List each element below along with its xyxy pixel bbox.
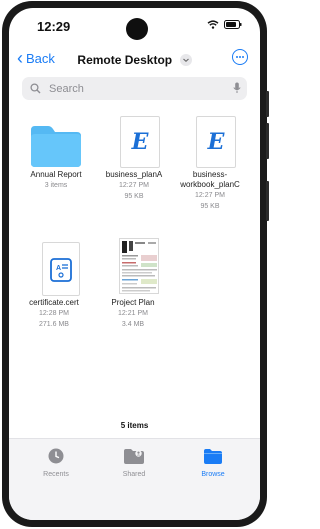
word-doc-icon: E [196,116,236,168]
document-preview-icon [119,238,159,294]
clock-icon [48,448,64,464]
file-name: business-workbook_planC [180,170,240,189]
battery-icon [224,20,242,29]
volume-down-button [266,123,269,159]
file-size: 271.6 MB [39,321,69,328]
title-wrap: Remote Desktop [9,51,260,69]
tab-bar: Recents Shared Browse [9,438,260,520]
file-time: 12:27 PM [195,192,225,199]
file-item-annual-report[interactable]: Annual Report 3 items [18,104,94,191]
wifi-icon [207,20,219,29]
file-item-project-plan[interactable]: Project Plan 12:21 PM 3.4 MB [95,232,171,330]
file-name: Project Plan [111,298,155,307]
word-doc-icon: E [120,116,160,168]
volume-up-button [266,91,269,117]
status-icons [207,20,242,29]
file-thumb: E [96,104,172,168]
file-time: 12:28 PM [39,310,69,317]
file-thumb [18,104,94,168]
file-name: business_planA [105,170,163,179]
power-button [266,181,269,221]
tab-label: Recents [43,471,69,478]
file-size: 3.4 MB [121,321,145,328]
chevron-down-icon[interactable] [179,54,192,66]
search-icon [30,83,41,94]
navigation-bar: ‹ Back Remote Desktop [9,46,260,74]
file-item-certificate[interactable]: A certificate.cert 12:28 PM 271.6 MB [16,232,92,330]
search-input[interactable] [47,79,221,99]
file-thumb: E [172,104,248,168]
front-camera [126,18,148,40]
file-name: Annual Report [30,170,82,179]
page-title[interactable]: Remote Desktop [77,53,172,67]
file-time: 12:27 PM [119,182,149,189]
microphone-icon[interactable] [233,82,241,94]
file-thumb [95,232,171,296]
file-thumb: A [16,232,92,296]
tab-label: Shared [122,471,146,478]
search-bar[interactable] [22,77,247,100]
tab-shared[interactable]: Shared [104,448,164,478]
certificate-icon: A [42,242,80,296]
svg-text:A: A [56,265,61,272]
file-time: 12:21 PM [118,310,148,317]
file-item-business-workbook-planc[interactable]: E business-workbook_planC 12:27 PM 95 KB [172,104,248,212]
tab-label: Browse [201,471,225,478]
tab-browse[interactable]: Browse [183,448,243,478]
file-size: 95 KB [124,193,144,200]
status-time: 12:29 [37,19,71,34]
file-name: certificate.cert [29,298,79,307]
file-meta: 3 items [44,182,68,189]
more-options-icon[interactable] [232,49,248,65]
shared-folder-icon [124,449,144,464]
folder-icon [31,126,81,167]
item-count: 5 items [120,421,149,430]
screen: 12:29 ‹ Back Remote Desktop Search Annua… [9,8,260,520]
file-item-business-plana[interactable]: E business_planA 12:27 PM 95 KB [96,104,172,202]
tab-recents[interactable]: Recents [26,448,86,478]
file-size: 95 KB [200,203,220,210]
phone-frame: 12:29 ‹ Back Remote Desktop Search Annua… [2,1,269,527]
folder-icon [204,449,222,464]
